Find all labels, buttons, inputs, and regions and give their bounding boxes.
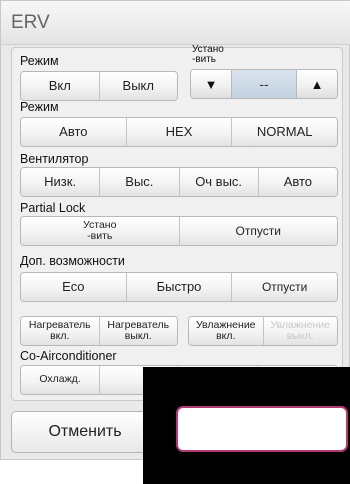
setpoint-label: Устано -вить (192, 44, 224, 65)
extra-features-label: Доп. возможности (20, 254, 125, 268)
mode-on-button[interactable]: Вкл (21, 72, 99, 100)
cancel-button[interactable]: Отменить (11, 411, 159, 453)
fan-high-button[interactable]: Выс. (99, 168, 179, 196)
title-bar: ERV (1, 1, 350, 45)
partial-lock-set-button[interactable]: Устано -вить (21, 217, 179, 245)
mode-hex-button[interactable]: HEX (125, 118, 232, 146)
partial-lock-release-button[interactable]: Отпусти (178, 217, 337, 245)
eco-button[interactable]: Eco (21, 273, 126, 301)
focused-field[interactable] (176, 406, 348, 452)
window-title: ERV (11, 12, 50, 33)
humidifier-off-button: Увлажнение выкл. (262, 317, 337, 345)
ventilation-mode-label: Режим (20, 100, 59, 114)
mode-auto-button[interactable]: Авто (21, 118, 126, 146)
humidifier-group: Увлажнение вкл. Увлажнение выкл. (188, 316, 338, 346)
setpoint-stepper: ▼ -- ▲ (190, 69, 338, 99)
mode-on-off-group: Вкл Выкл (20, 71, 178, 101)
extra-features-group: Eco Быстро Отпусти (20, 272, 338, 302)
co-airconditioner-label: Co-Airconditioner (20, 349, 117, 363)
partial-lock-group: Устано -вить Отпусти (20, 216, 338, 246)
fan-auto-button[interactable]: Авто (257, 168, 337, 196)
settings-panel: Режим Вкл Выкл Устано -вить ▼ -- ▲ Режим… (11, 44, 343, 401)
heater-on-button[interactable]: Нагреватель вкл. (21, 317, 99, 345)
fan-speed-group: Низк. Выс. Оч выс. Авто (20, 167, 338, 197)
mode-label: Режим (20, 54, 59, 68)
increase-arrow-icon[interactable]: ▲ (297, 70, 337, 98)
ventilation-mode-group: Авто HEX NORMAL (20, 117, 338, 147)
setpoint-value: -- (231, 70, 297, 98)
mode-off-button[interactable]: Выкл (98, 72, 177, 100)
cool-button[interactable]: Охлажд. (21, 366, 99, 394)
partial-lock-label: Partial Lock (20, 201, 86, 215)
fast-button[interactable]: Быстро (125, 273, 232, 301)
fan-label: Вентилятор (20, 152, 89, 166)
mode-normal-button[interactable]: NORMAL (231, 118, 337, 146)
fan-low-button[interactable]: Низк. (21, 168, 100, 196)
extra-release-button[interactable]: Отпусти (231, 273, 337, 301)
decrease-arrow-icon[interactable]: ▼ (191, 70, 231, 98)
heater-off-button[interactable]: Нагреватель выкл. (98, 317, 177, 345)
heater-group: Нагреватель вкл. Нагреватель выкл. (20, 316, 178, 346)
humidifier-on-button[interactable]: Увлажнение вкл. (189, 317, 263, 345)
fan-very-high-button[interactable]: Оч выс. (178, 168, 258, 196)
